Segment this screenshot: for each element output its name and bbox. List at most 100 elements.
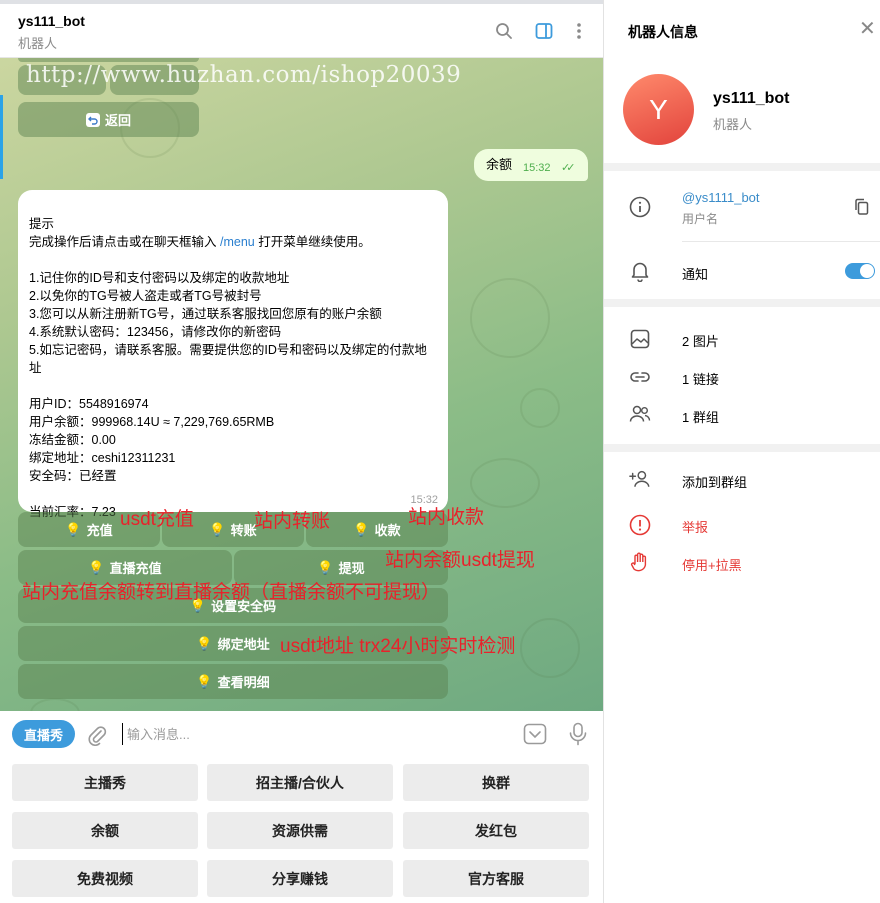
avatar[interactable]: Y <box>623 74 694 145</box>
photo-icon <box>629 328 651 350</box>
message-line: 4.系统默认密码：123456，请修改你的新密码 <box>29 325 282 339</box>
message-input[interactable] <box>122 723 502 745</box>
menu-pill-button[interactable]: 直播秀 <box>12 720 75 748</box>
read-checkmarks-icon: ✓✓ <box>561 162 576 174</box>
bot-name: ys111_bot <box>713 90 790 107</box>
bell-icon <box>629 260 651 282</box>
bg-doodle <box>520 618 580 678</box>
group-icon <box>629 403 651 425</box>
report-button[interactable]: 举报 <box>682 517 708 536</box>
bind-address-label: 绑定地址 <box>217 637 270 652</box>
message-line <box>29 251 437 269</box>
message-line: 1.记住你的ID号和支付密码以及绑定的收款地址 <box>29 271 290 285</box>
copy-icon[interactable] <box>854 198 870 221</box>
keyboard-toggle-icon[interactable] <box>523 723 547 750</box>
message-line: 3.您可以从新注册新TG号，通过联系客服找回您原有的账户余额 <box>29 307 382 321</box>
sidebar-toggle-icon[interactable] <box>532 19 556 43</box>
bg-doodle <box>520 388 560 428</box>
chat-subtitle: 机器人 <box>18 36 58 51</box>
return-icon <box>85 112 100 127</box>
photos-item[interactable]: 2 图片 <box>682 331 719 350</box>
reply-button[interactable]: 官方客服 <box>403 860 589 897</box>
reply-button[interactable]: 资源供需 <box>207 812 393 849</box>
message-body: 提示完成操作后请点击或在聊天框输入 /menu 打开菜单继续使用。 1.记住你的I… <box>29 215 437 521</box>
message-line: 冻结金额：0.00 <box>29 433 116 447</box>
scroll-indicator <box>0 95 3 179</box>
back-button[interactable]: 返回 <box>18 102 199 137</box>
annotation-internal-transfer: 站内转账 <box>254 511 331 532</box>
message-composer: 直播秀 <box>0 711 603 757</box>
message-line: 用户ID：5548916974 <box>29 397 149 411</box>
lightbulb-icon: 💡 <box>196 635 213 651</box>
chat-header[interactable]: ys111_bot 机器人 <box>0 4 603 58</box>
add-to-group-button[interactable]: 添加到群组 <box>682 472 747 491</box>
chat-title[interactable]: ys111_bot <box>18 13 85 29</box>
more-options-icon[interactable] <box>567 19 591 43</box>
shared-media-section: 2 图片 1 链接 1 群组 <box>604 307 880 444</box>
bot-role: 机器人 <box>713 117 753 132</box>
reply-button[interactable]: 余额 <box>12 812 198 849</box>
chat-column: ys111_bot 机器人 返回 http://www.huzhan.com/i… <box>0 0 603 903</box>
info-icon <box>629 196 651 218</box>
bg-doodle <box>30 698 80 711</box>
divider <box>682 241 880 242</box>
annotation-internal-receive: 站内收款 <box>408 507 485 528</box>
receive-label: 收款 <box>374 523 401 538</box>
lightbulb-icon: 💡 <box>65 521 82 537</box>
message-line: 提示 <box>29 217 55 231</box>
link-icon <box>629 366 651 388</box>
groups-item[interactable]: 1 群组 <box>682 407 719 426</box>
view-details-button[interactable]: 💡 查看明细 <box>18 664 448 699</box>
view-details-label: 查看明细 <box>217 675 270 690</box>
message-line: 5.如忘记密码，请联系客服。需要提供您的ID号和密码以及绑定的付款地址 <box>29 343 427 375</box>
reply-button[interactable]: 主播秀 <box>12 764 198 801</box>
reply-button[interactable]: 免费视频 <box>12 860 198 897</box>
links-item[interactable]: 1 链接 <box>682 369 719 388</box>
close-icon[interactable]: ✕ <box>859 19 876 39</box>
info-panel: 机器人信息 ✕ Y ys111_bot 机器人 @ys1111_bot 用户名 … <box>603 0 880 903</box>
message-line: 用户余额：999968.14U ≈ 7,229,769.65RMB <box>29 415 275 429</box>
message-line: 绑定地址：ceshi12311231 <box>29 451 176 465</box>
reply-button[interactable]: 分享赚钱 <box>207 860 393 897</box>
reply-button[interactable]: 发红包 <box>403 812 589 849</box>
add-user-icon <box>629 468 651 490</box>
microphone-icon[interactable] <box>568 722 588 751</box>
report-icon <box>629 514 651 536</box>
info-header-section: 机器人信息 ✕ Y ys111_bot 机器人 <box>604 0 880 163</box>
watermark-text: http://www.huzhan.com/ishop20039 <box>26 62 462 88</box>
lightbulb-icon: 💡 <box>353 521 370 537</box>
lightbulb-icon: 💡 <box>317 559 334 575</box>
message-line: 2.以免你的TG号被人盗走或者TG号被封号 <box>29 289 262 303</box>
reply-keyboard: 主播秀 招主播/合伙人 换群 余额 资源供需 发红包 免费视频 分享赚钱 官方客… <box>0 757 603 903</box>
notifications-label: 通知 <box>682 267 709 282</box>
lightbulb-icon: 💡 <box>196 673 213 689</box>
incoming-message[interactable]: 提示完成操作后请点击或在聊天框输入 /menu 打开菜单继续使用。 1.记住你的I… <box>18 190 448 519</box>
annotation-usdt-recharge: usdt充值 <box>120 509 194 530</box>
recharge-label: 充值 <box>86 523 113 538</box>
notifications-toggle[interactable] <box>845 263 875 279</box>
lightbulb-icon: 💡 <box>209 521 226 537</box>
search-icon[interactable] <box>492 19 516 43</box>
username-link[interactable]: @ys1111_bot <box>682 190 760 205</box>
message-line: 完成操作后请点击或在聊天框输入 /menu 打开菜单继续使用。 <box>29 235 371 249</box>
actions-section: 添加到群组 举报 停用+拉黑 <box>604 452 880 903</box>
lightbulb-icon: 💡 <box>88 559 105 575</box>
reply-button[interactable]: 招主播/合伙人 <box>207 764 393 801</box>
info-details-section: @ys1111_bot 用户名 通知 <box>604 171 880 299</box>
annotation-live-note: 站内充值余额转到直播余额（直播余额不可提现） <box>22 582 441 603</box>
info-panel-title: 机器人信息 <box>628 24 698 40</box>
outgoing-message[interactable]: 余额 15:32 ✓✓ <box>474 149 588 181</box>
transfer-label: 转账 <box>230 523 257 538</box>
attach-icon[interactable] <box>86 724 108 751</box>
reply-button[interactable]: 换群 <box>403 764 589 801</box>
menu-command-link[interactable]: /menu <box>220 235 255 249</box>
live-recharge-label: 直播充值 <box>109 561 162 576</box>
block-button[interactable]: 停用+拉黑 <box>682 555 742 574</box>
bg-doodle <box>470 278 550 358</box>
annotation-address-note: usdt地址 trx24小时实时检测 <box>280 636 516 657</box>
outgoing-time: 15:32 <box>523 162 551 174</box>
outgoing-text: 余额 <box>486 157 513 172</box>
message-line: 安全码：已经置 <box>29 469 117 483</box>
annotation-usdt-withdraw: 站内余额usdt提现 <box>385 550 535 571</box>
bg-doodle <box>470 458 540 508</box>
